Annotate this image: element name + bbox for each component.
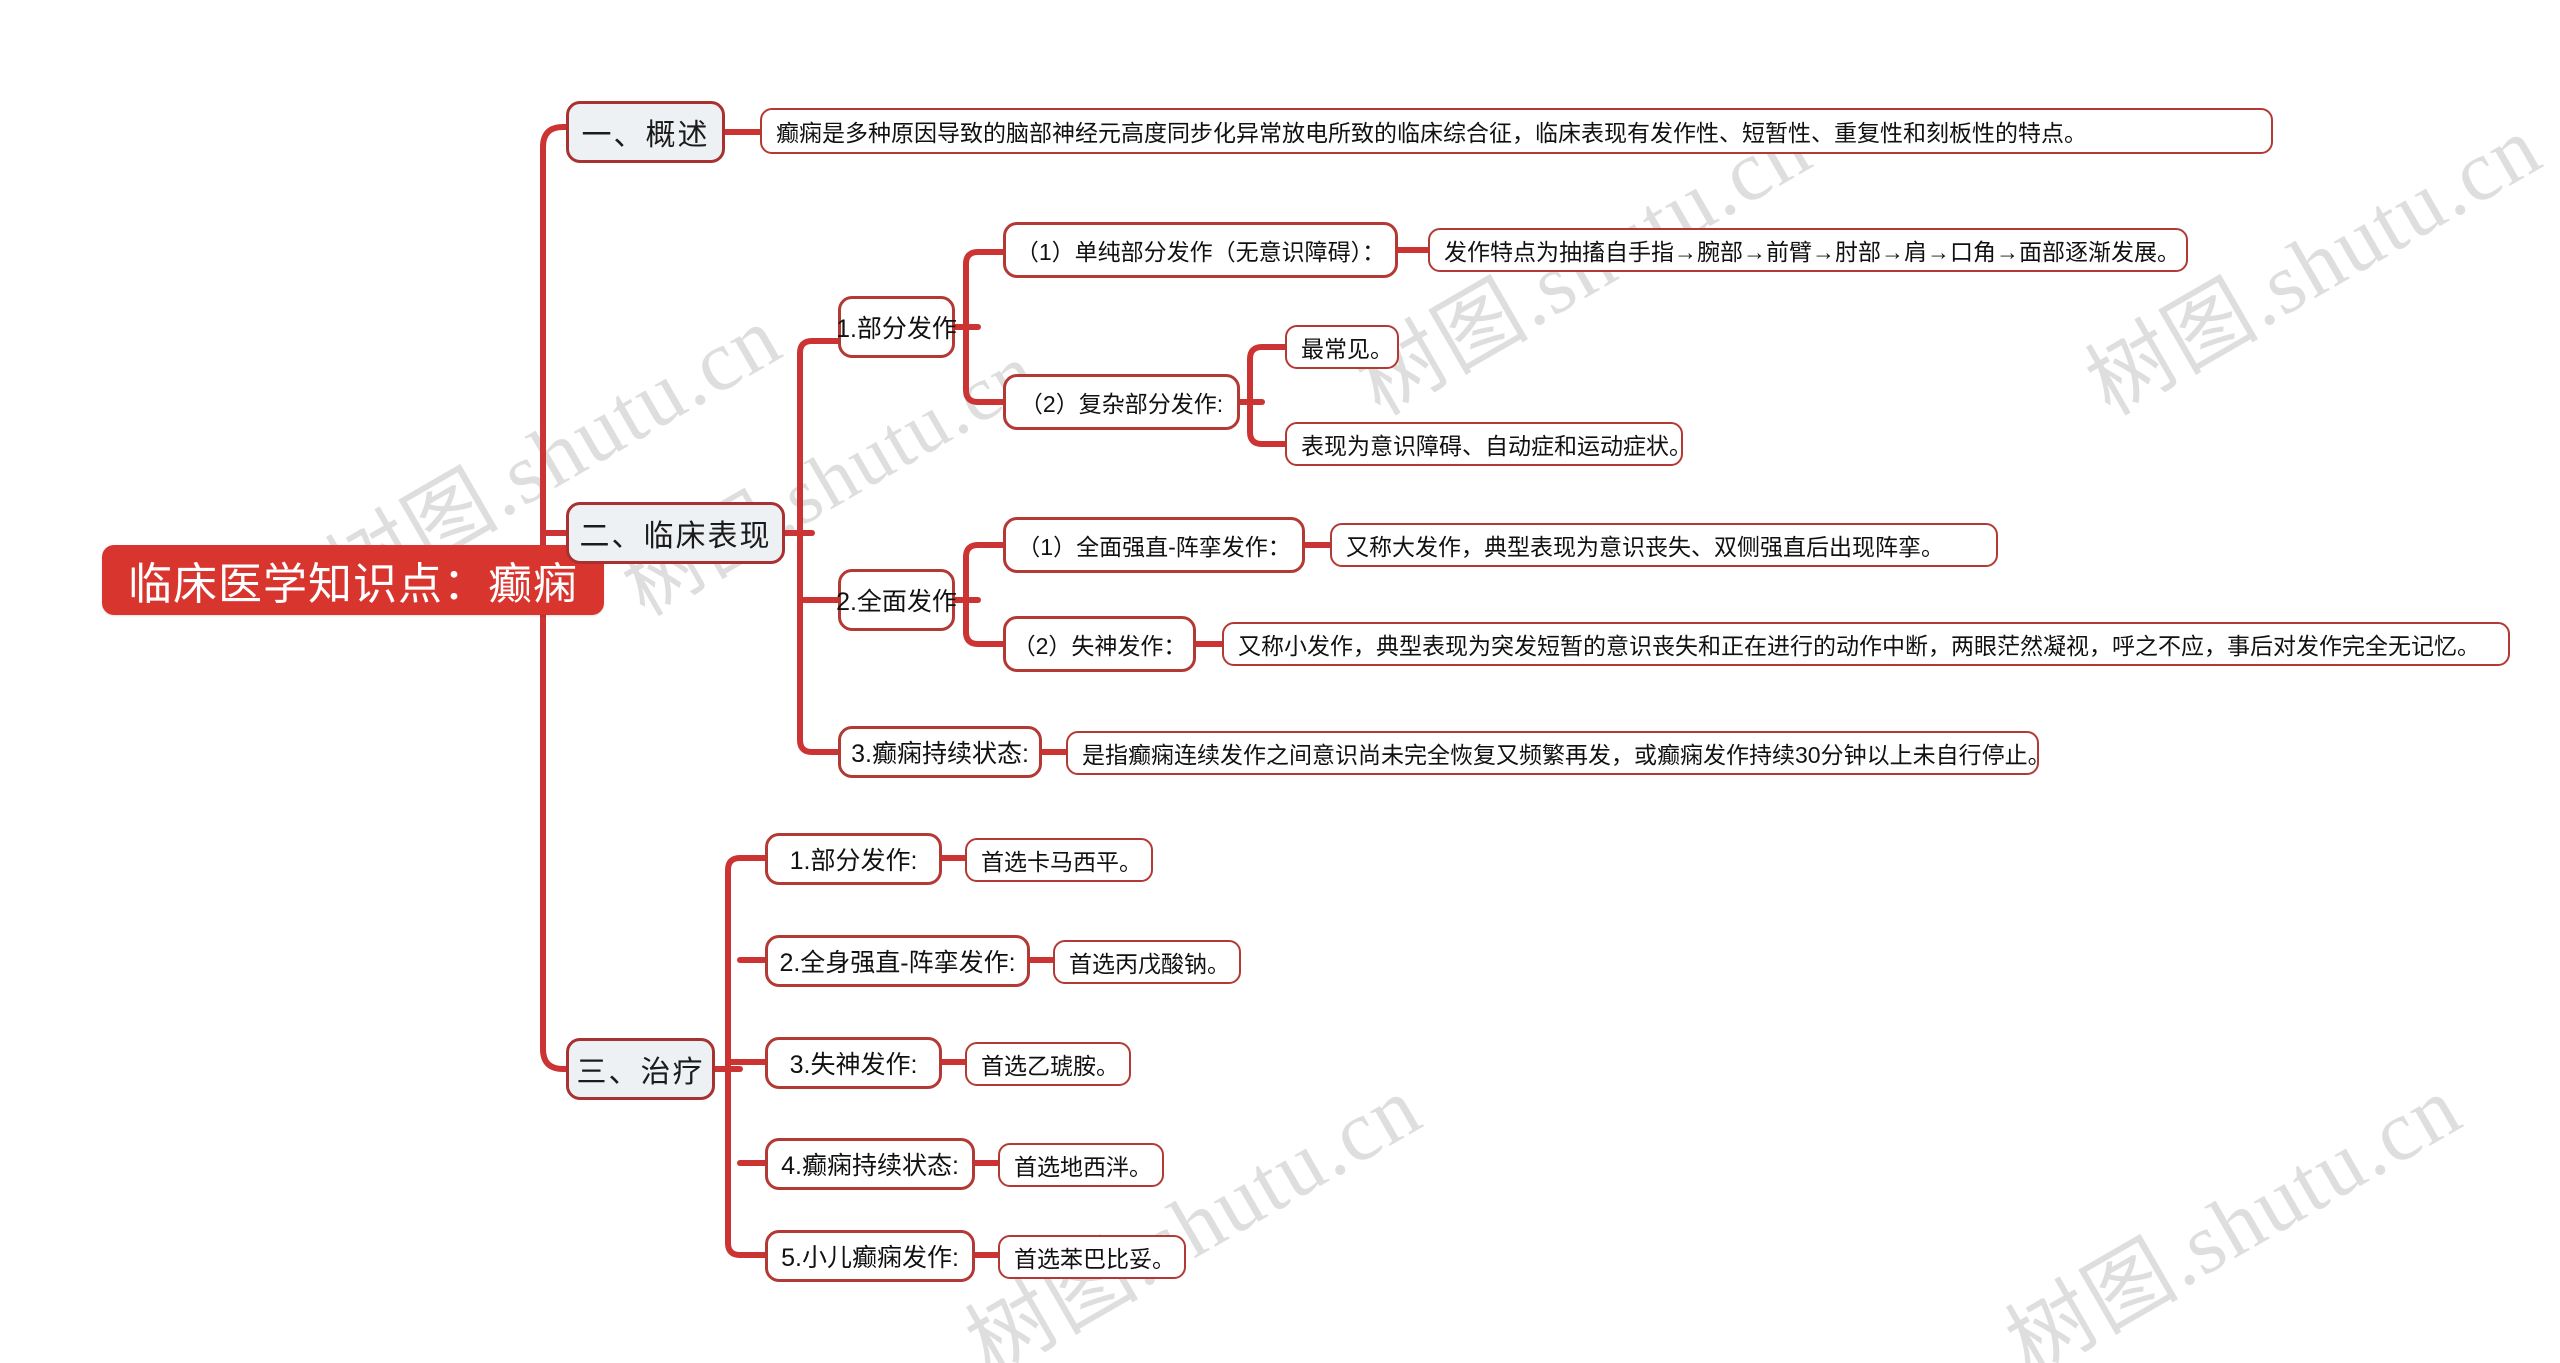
treatment-item-5[interactable]: 5.小儿癫痫发作: xyxy=(765,1230,975,1282)
treatment-item-5-drug-label: 首选苯巴比妥。 xyxy=(1014,1246,1175,1272)
status-epilepticus-label: 3.癫痫持续状态: xyxy=(851,740,1029,768)
partial-simple-description[interactable]: 发作特点为抽搐自手指→腕部→前臂→肘部→肩→口角→面部逐渐发展。 xyxy=(1428,228,2188,272)
absence-seizure-label: （2）失神发作： xyxy=(1012,633,1187,659)
root-node-label: 临床医学知识点：癫痫 xyxy=(128,560,578,609)
partial-complex-note-1-label: 最常见。 xyxy=(1301,336,1393,362)
link-general-spine xyxy=(963,542,981,647)
overview-description[interactable]: 癫痫是多种原因导致的脑部神经元高度同步化异常放电所致的临床综合征，临床表现有发作… xyxy=(760,108,2273,154)
status-epilepticus-description[interactable]: 是指癫痫连续发作之间意识尚未完全恢复又频繁再发，或癫痫发作持续30分钟以上未自行… xyxy=(1066,731,2051,775)
mindmap-canvas: 树图.shutu.cn 树图.shutu.cn 树图.shutu.cn 树图.s… xyxy=(0,0,2560,1363)
generalized-tonic-clonic-description[interactable]: 又称大发作，典型表现为意识丧失、双侧强直后出现阵挛。 xyxy=(1330,523,1998,567)
treatment-item-5-label: 5.小儿癫痫发作: xyxy=(781,1244,959,1272)
clinical-child-partial-label: 1.部分发作 xyxy=(836,315,957,343)
absence-seizure[interactable]: （2）失神发作： xyxy=(1003,616,1196,672)
link-trunk-to-treatment xyxy=(540,1046,569,1072)
treatment-item-3-drug[interactable]: 首选乙琥胺。 xyxy=(965,1042,1131,1086)
treatment-item-1-label: 1.部分发作: xyxy=(789,847,918,875)
partial-simple-seizure[interactable]: （1）单纯部分发作（无意识障碍）： xyxy=(1003,222,1398,278)
connector-lines xyxy=(520,124,1431,1258)
link-complex-spine xyxy=(1247,344,1265,447)
treatment-item-1-drug[interactable]: 首选卡马西平。 xyxy=(965,838,1153,882)
clinical-child-partial[interactable]: 1.部分发作 xyxy=(836,296,957,358)
partial-complex-note-2-label: 表现为意识障碍、自动症和运动症状。 xyxy=(1301,433,1692,459)
treatment-item-2-drug[interactable]: 首选丙戊酸钠。 xyxy=(1053,940,1241,984)
partial-simple-seizure-label: （1）单纯部分发作（无意识障碍）： xyxy=(1015,239,1386,265)
generalized-tonic-clonic[interactable]: （1）全面强直-阵挛发作： xyxy=(1003,517,1305,573)
absence-seizure-description[interactable]: 又称小发作，典型表现为突发短暂的意识丧失和正在进行的动作中断，两眼茫然凝视，呼之… xyxy=(1222,622,2510,666)
link-treatment-spine xyxy=(725,855,743,1258)
treatment-item-5-drug[interactable]: 首选苯巴比妥。 xyxy=(998,1235,1186,1279)
branch-node-treatment[interactable]: 三、治疗 xyxy=(566,1038,715,1100)
partial-simple-description-label: 发作特点为抽搐自手指→腕部→前臂→肘部→肩→口角→面部逐渐发展。 xyxy=(1444,239,2180,265)
status-epilepticus-description-label: 是指癫痫连续发作之间意识尚未完全恢复又频繁再发，或癫痫发作持续30分钟以上未自行… xyxy=(1082,742,2051,768)
treatment-item-3-label: 3.失神发作: xyxy=(789,1051,918,1079)
treatment-item-4-label: 4.癫痫持续状态: xyxy=(781,1152,959,1180)
partial-complex-note-2[interactable]: 表现为意识障碍、自动症和运动症状。 xyxy=(1285,422,1692,466)
partial-complex-seizure[interactable]: （2）复杂部分发作: xyxy=(1003,374,1240,430)
generalized-tonic-clonic-description-label: 又称大发作，典型表现为意识丧失、双侧强直后出现阵挛。 xyxy=(1346,534,1944,560)
clinical-child-generalized[interactable]: 2.全面发作 xyxy=(836,569,957,631)
treatment-item-4-drug[interactable]: 首选地西泮。 xyxy=(998,1143,1164,1187)
root-node[interactable]: 临床医学知识点：癫痫 xyxy=(102,545,604,615)
treatment-item-1-drug-label: 首选卡马西平。 xyxy=(981,849,1142,875)
branch-node-overview[interactable]: 一、概述 xyxy=(566,101,725,163)
branch-node-clinical-label: 二、临床表现 xyxy=(579,520,772,553)
branch-node-overview-label: 一、概述 xyxy=(581,119,710,152)
treatment-item-3[interactable]: 3.失神发作: xyxy=(765,1037,942,1089)
treatment-item-1[interactable]: 1.部分发作: xyxy=(765,833,942,885)
partial-complex-note-1[interactable]: 最常见。 xyxy=(1285,325,1399,369)
treatment-item-4-drug-label: 首选地西泮。 xyxy=(1014,1154,1152,1180)
generalized-tonic-clonic-label: （1）全面强直-阵挛发作： xyxy=(1017,534,1291,560)
treatment-item-2-drug-label: 首选丙戊酸钠。 xyxy=(1069,951,1230,977)
treatment-item-4[interactable]: 4.癫痫持续状态: xyxy=(765,1138,975,1190)
overview-description-label: 癫痫是多种原因导致的脑部神经元高度同步化异常放电所致的临床综合征，临床表现有发作… xyxy=(776,120,2087,146)
absence-seizure-description-label: 又称小发作，典型表现为突发短暂的意识丧失和正在进行的动作中断，两眼茫然凝视，呼之… xyxy=(1238,633,2480,659)
branch-node-treatment-label: 三、治疗 xyxy=(576,1056,705,1089)
status-epilepticus[interactable]: 3.癫痫持续状态: xyxy=(838,726,1042,778)
link-clinical-spine xyxy=(797,338,815,755)
treatment-item-2-label: 2.全身强直-阵挛发作: xyxy=(779,949,1016,977)
treatment-item-2[interactable]: 2.全身强直-阵挛发作: xyxy=(765,935,1030,987)
clinical-child-generalized-label: 2.全面发作 xyxy=(836,588,957,616)
partial-complex-seizure-label: （2）复杂部分发作: xyxy=(1019,391,1224,417)
branch-node-clinical[interactable]: 二、临床表现 xyxy=(566,502,785,564)
treatment-item-3-drug-label: 首选乙琥胺。 xyxy=(981,1053,1119,1079)
link-trunk-to-overview xyxy=(540,124,569,150)
